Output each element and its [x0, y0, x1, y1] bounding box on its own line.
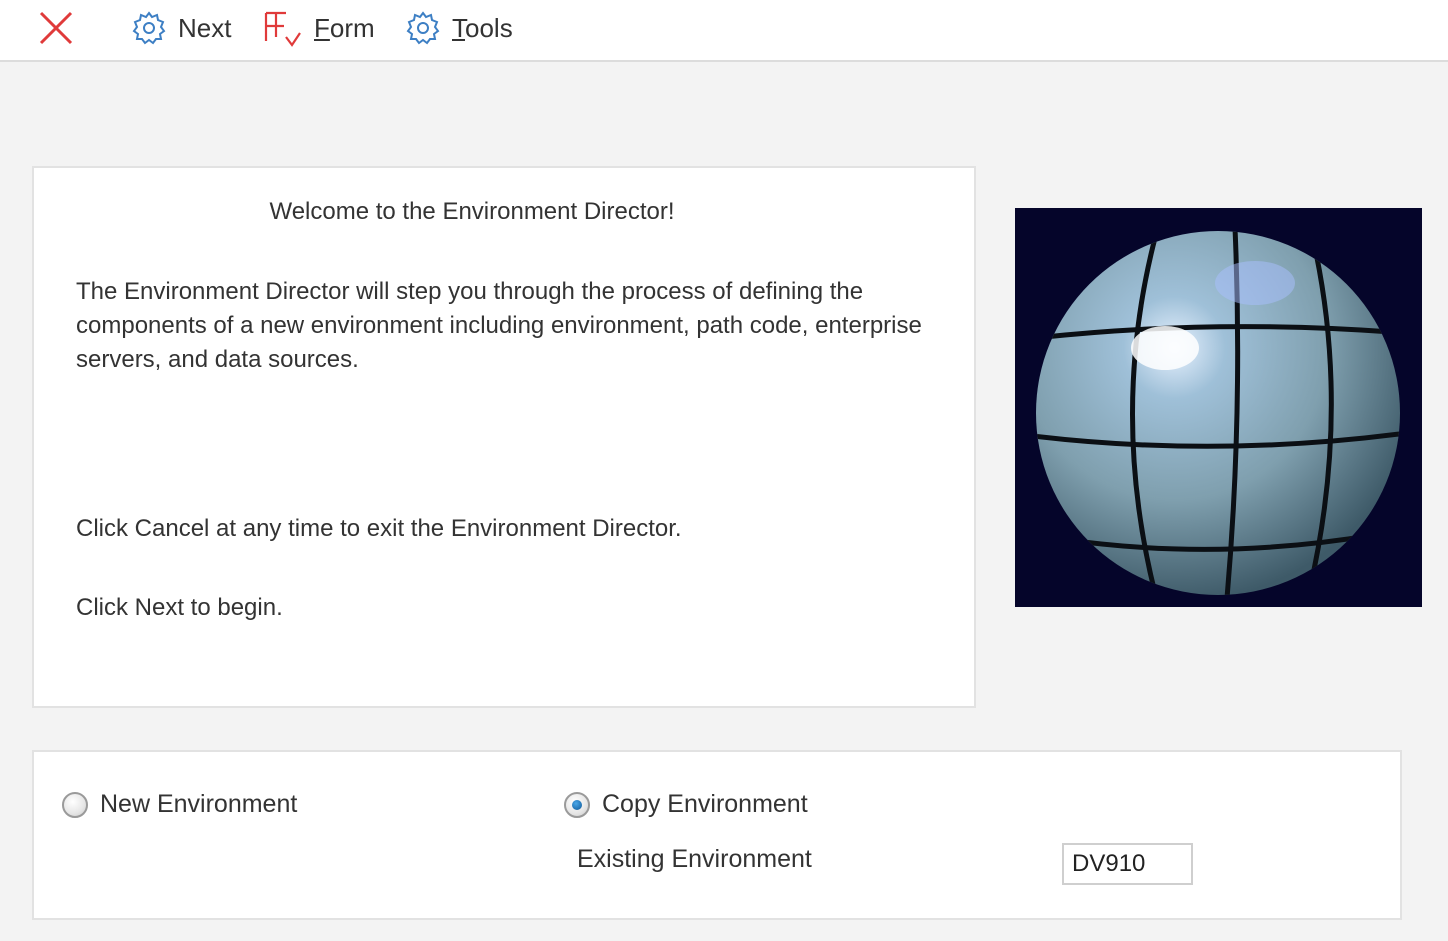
- welcome-panel: [32, 166, 976, 708]
- copy-environment-label: Copy Environment: [602, 790, 808, 818]
- welcome-title: Welcome to the Environment Director!: [269, 198, 675, 225]
- form-menu-button[interactable]: Form: [262, 0, 375, 56]
- new-environment-label: New Environment: [100, 790, 298, 818]
- next-hint: Click Next to begin.: [76, 594, 283, 621]
- form-icon: [264, 11, 301, 47]
- cancel-hint: Click Cancel at any time to exit the Env…: [76, 515, 682, 542]
- close-button[interactable]: [34, 0, 78, 56]
- toolbar: Next Form Tools: [0, 0, 1448, 62]
- new-environment-radio[interactable]: New Environment: [62, 790, 297, 819]
- next-button[interactable]: Next: [130, 0, 231, 56]
- existing-environment-input[interactable]: [1062, 843, 1193, 885]
- environment-options-panel: [32, 750, 1402, 920]
- close-x-icon: [39, 11, 73, 45]
- tools-label: Tools: [452, 12, 513, 43]
- tools-menu-button[interactable]: Tools: [404, 0, 513, 56]
- globe-image: [1015, 208, 1422, 607]
- existing-environment-label: Existing Environment: [577, 845, 812, 873]
- gear-icon: [406, 11, 440, 45]
- form-label: Form: [314, 12, 375, 43]
- radio-unchecked-icon[interactable]: [62, 791, 88, 818]
- welcome-description: The Environment Director will step you t…: [76, 278, 922, 373]
- gear-icon: [132, 11, 166, 45]
- copy-environment-radio[interactable]: Copy Environment: [564, 790, 808, 819]
- next-label: Next: [178, 12, 232, 43]
- radio-checked-icon[interactable]: [564, 791, 590, 818]
